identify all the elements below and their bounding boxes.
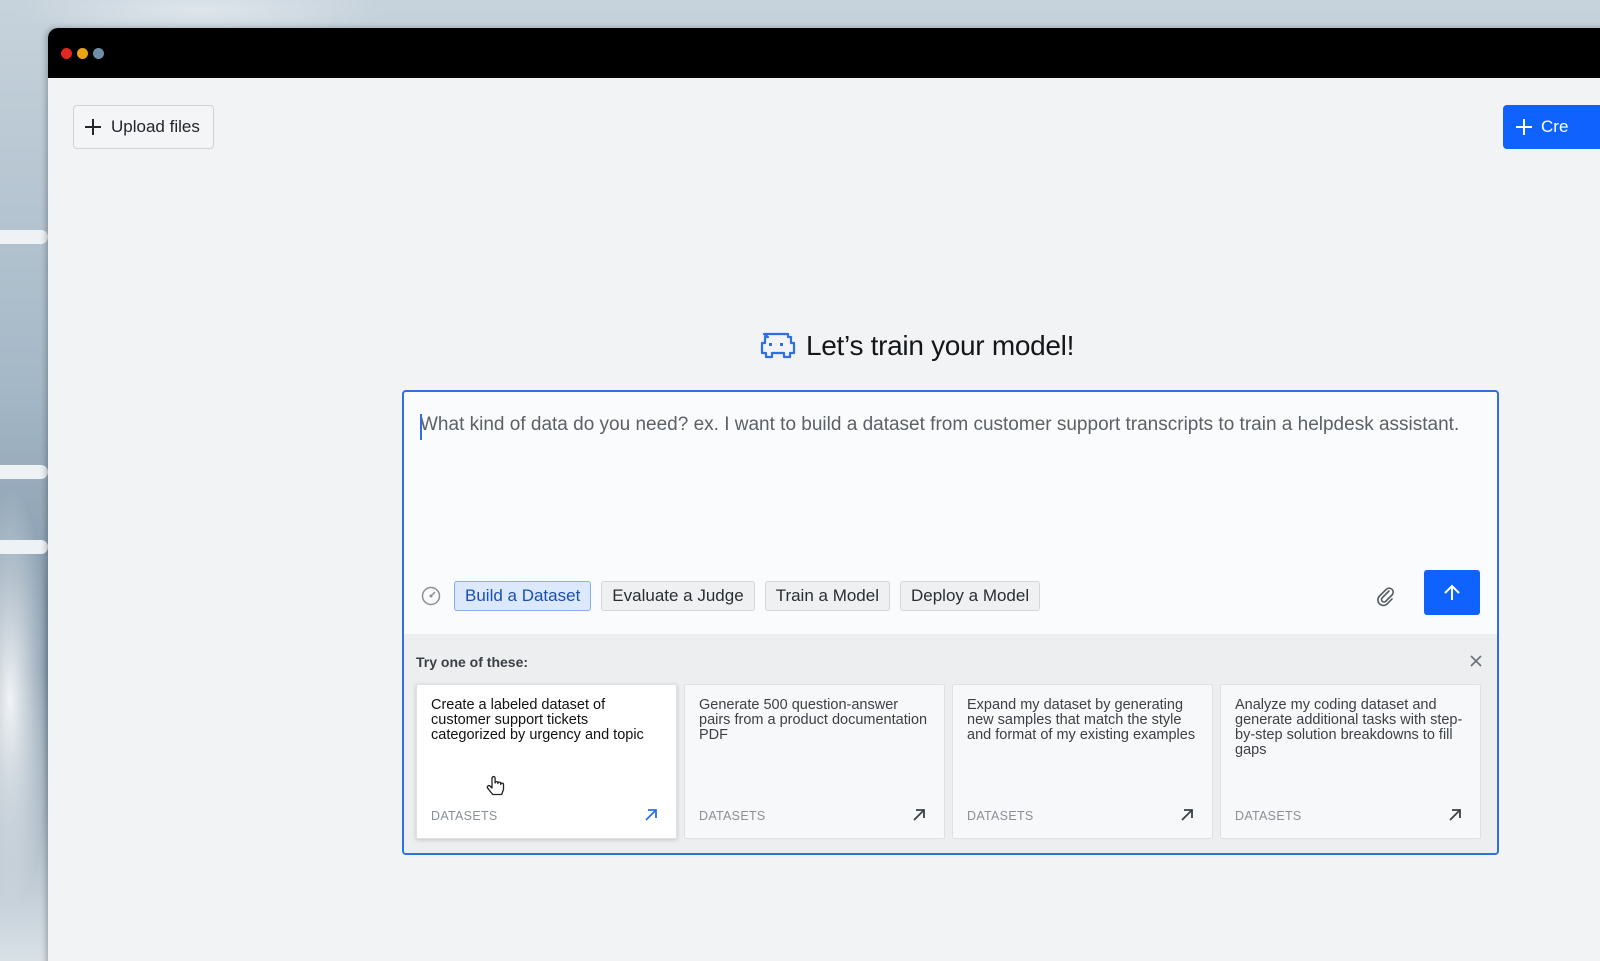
suggestions-panel: Try one of these: Create a labeled datas…: [404, 634, 1497, 853]
arrow-up-right-icon: [1181, 809, 1193, 821]
suggestion-card[interactable]: Analyze my coding dataset and generate a…: [1220, 684, 1481, 839]
suggestion-card[interactable]: Create a labeled dataset of customer sup…: [416, 684, 677, 839]
wallpaper-streak: [0, 540, 48, 554]
mode-chip-train-model[interactable]: Train a Model: [764, 581, 890, 611]
upload-files-label: Upload files: [111, 117, 200, 136]
text-caret: [420, 414, 422, 440]
plus-icon: [1515, 118, 1533, 136]
arrow-up-right-icon: [1449, 809, 1461, 821]
hand-cursor-icon: [486, 775, 505, 796]
mode-chip-build-dataset[interactable]: Build a Dataset: [454, 581, 592, 611]
arrow-up-icon: [1444, 584, 1460, 600]
page-heading: Let’s train your model!: [756, 326, 1074, 366]
app-window: Upload files Cre Let’s train your model!…: [48, 28, 1600, 961]
send-button[interactable]: [1424, 570, 1480, 615]
suggestion-card-tag: DATASETS: [967, 809, 1034, 823]
robot-mascot-icon: [760, 332, 796, 359]
mode-chip-deploy-model[interactable]: Deploy a Model: [900, 581, 1041, 611]
suggestion-card-tag: DATASETS: [699, 809, 766, 823]
suggestion-card-tag: DATASETS: [1235, 809, 1302, 823]
close-window-button[interactable]: [61, 48, 72, 59]
create-button-label: Cre: [1541, 117, 1569, 136]
suggestion-card-text: Expand my dataset by generating new samp…: [967, 697, 1196, 743]
create-button[interactable]: Cre: [1503, 105, 1600, 149]
suggestion-card[interactable]: Expand my dataset by generating new samp…: [952, 684, 1213, 839]
arrow-up-right-icon: [645, 809, 657, 821]
prompt-composer: Build a Dataset Evaluate a Judge Train a…: [402, 390, 1499, 855]
composer-toolbar: Build a Dataset Evaluate a Judge Train a…: [420, 570, 1480, 616]
paperclip-icon[interactable]: [1374, 585, 1396, 607]
title-bar: [48, 28, 1600, 78]
plus-icon: [84, 118, 102, 136]
arrow-up-right-icon: [913, 809, 925, 821]
mode-chip-evaluate-judge[interactable]: Evaluate a Judge: [601, 581, 755, 611]
close-icon[interactable]: [1469, 654, 1483, 668]
wallpaper-streak: [0, 465, 48, 479]
page-title: Let’s train your model!: [806, 330, 1075, 361]
suggestion-card-text: Generate 500 question-answer pairs from …: [699, 697, 928, 743]
upload-files-button[interactable]: Upload files: [73, 105, 214, 149]
gauge-icon[interactable]: [420, 585, 442, 607]
prompt-input[interactable]: [420, 410, 1460, 560]
wallpaper-streak: [0, 230, 48, 244]
suggestion-cards: Create a labeled dataset of customer sup…: [416, 684, 1481, 839]
suggestion-card-text: Create a labeled dataset of customer sup…: [431, 697, 644, 743]
zoom-window-button[interactable]: [93, 48, 104, 59]
suggestion-card-text: Analyze my coding dataset and generate a…: [1235, 697, 1463, 758]
suggestions-title: Try one of these:: [416, 654, 529, 670]
suggestion-card-tag: DATASETS: [431, 809, 498, 823]
minimize-window-button[interactable]: [77, 48, 88, 59]
suggestion-card[interactable]: Generate 500 question-answer pairs from …: [684, 684, 945, 839]
